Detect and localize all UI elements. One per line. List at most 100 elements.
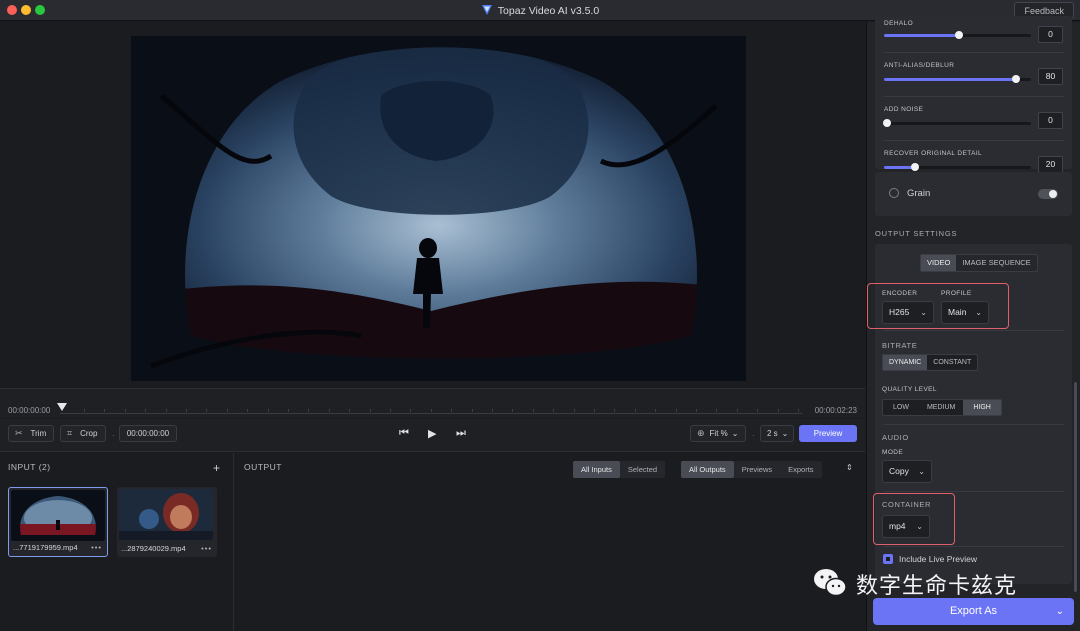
timeline-tick	[614, 409, 616, 412]
crop-icon: ⌗	[67, 428, 73, 438]
timeline-tick	[553, 409, 555, 412]
include-live-preview-checkbox[interactable]: Include Live Preview	[883, 554, 977, 564]
quality-low[interactable]: LOW	[883, 400, 919, 415]
quality-high[interactable]: HIGH	[963, 400, 1001, 415]
timeline-tick	[124, 409, 126, 412]
separator-dot: ·	[752, 431, 755, 440]
zoom-label: Fit %	[709, 429, 728, 438]
slider-knob[interactable]	[882, 119, 891, 127]
preview-button[interactable]: Preview	[799, 425, 857, 442]
timeline-start-time: 00:00:00:00	[8, 406, 51, 415]
encoder-highlight-box	[867, 283, 1009, 329]
input-panel-title: INPUT (2)	[8, 462, 51, 472]
dehalo-value[interactable]: 0	[1038, 26, 1063, 43]
input-panel: INPUT (2) + ...7719179959.mp4 ••• ...287…	[0, 453, 234, 631]
tab-video[interactable]: VIDEO	[921, 255, 957, 271]
separator-dot: ·	[112, 431, 115, 440]
play-icon[interactable]: ▶	[428, 427, 436, 440]
step-select[interactable]: 2 s ⌄	[760, 425, 794, 442]
bitrate-options: DYNAMIC CONSTANT	[882, 354, 979, 371]
timeline-tick	[736, 409, 738, 412]
filter-selected[interactable]: Selected	[620, 461, 665, 478]
video-preview[interactable]	[131, 36, 746, 381]
recover-detail-value[interactable]: 20	[1038, 156, 1063, 173]
timeline-tick	[532, 409, 534, 412]
trim-button[interactable]: ✂ Trim	[8, 425, 54, 442]
recover-detail-label: RECOVER ORIGINAL DETAIL	[884, 150, 983, 157]
chevron-down-icon: ⌄	[781, 429, 789, 438]
more-options-icon[interactable]: •••	[91, 543, 102, 552]
add-noise-value[interactable]: 0	[1038, 112, 1063, 129]
playhead-handle[interactable]	[57, 403, 67, 411]
container-highlight-box	[873, 493, 955, 545]
grain-radio[interactable]	[889, 188, 899, 198]
timeline-tick	[349, 409, 351, 412]
input-file-card[interactable]: ...7719179959.mp4 •••	[8, 487, 108, 557]
filter-exports[interactable]: Exports	[780, 461, 821, 478]
quality-level-label: QUALITY LEVEL	[882, 386, 937, 393]
timecode-input[interactable]: 00:00:00:00	[119, 425, 177, 442]
timeline-tick	[716, 409, 718, 412]
bitrate-label: BITRATE	[882, 341, 918, 350]
sort-icon[interactable]: ⇕	[846, 463, 853, 472]
tab-image-sequence[interactable]: IMAGE SEQUENCE	[956, 255, 1036, 271]
timeline-tick	[757, 409, 759, 412]
timeline-tick	[492, 409, 493, 412]
timeline-tick	[451, 409, 453, 412]
timeline-track[interactable]	[60, 413, 802, 414]
timeline-tick	[594, 409, 595, 412]
divider	[884, 52, 1064, 53]
next-frame-icon[interactable]: ⏭	[456, 427, 466, 440]
timeline-tick	[186, 409, 187, 412]
bitrate-dynamic[interactable]: DYNAMIC	[883, 355, 928, 370]
grain-card: Grain	[875, 172, 1072, 216]
crop-button[interactable]: ⌗ Crop	[60, 425, 106, 442]
slider-knob[interactable]	[910, 163, 919, 171]
input-filter: All Inputs Selected	[573, 461, 666, 478]
export-label: Export As	[949, 605, 998, 617]
scissors-icon: ✂	[15, 428, 23, 438]
timeline-tick	[165, 409, 167, 412]
filter-previews[interactable]: Previews	[734, 461, 780, 478]
settings-scrollbar[interactable]	[1074, 382, 1077, 592]
add-input-icon[interactable]: +	[213, 461, 220, 475]
dehalo-label: DEHALO	[884, 20, 914, 27]
add-noise-slider[interactable]	[882, 119, 1031, 127]
timeline-tick	[777, 409, 779, 412]
previous-frame-icon[interactable]: ⏮	[399, 427, 409, 440]
input-file-name: ...2879240029.mp4	[121, 544, 186, 553]
quality-medium[interactable]: MEDIUM	[919, 400, 963, 415]
timeline-tick	[308, 409, 310, 412]
chevron-down-icon[interactable]: ⌄	[1056, 598, 1064, 625]
timeline[interactable]: 00:00:00:00 00:00:02:23	[0, 388, 865, 418]
grain-toggle[interactable]	[1038, 189, 1058, 199]
topaz-logo-icon	[481, 5, 492, 15]
output-type-tabs: VIDEO IMAGE SEQUENCE	[920, 254, 1038, 272]
anti-alias-value[interactable]: 80	[1038, 68, 1063, 85]
zoom-icon: ⊕	[697, 428, 705, 438]
bitrate-constant[interactable]: CONSTANT	[927, 355, 977, 370]
output-filter: All Outputs Previews Exports	[681, 461, 822, 478]
slider-knob[interactable]	[954, 31, 963, 39]
audio-mode-select[interactable]: Copy ⌄	[882, 460, 932, 483]
anti-alias-slider[interactable]	[884, 75, 1031, 83]
more-options-icon[interactable]: •••	[201, 544, 212, 553]
input-file-card[interactable]: ...2879240029.mp4 •••	[117, 487, 217, 557]
chevron-down-icon: ⌄	[918, 467, 925, 476]
filter-all-outputs[interactable]: All Outputs	[681, 461, 734, 478]
output-panel: OUTPUT All Inputs Selected All Outputs P…	[235, 453, 865, 631]
timeline-tick	[471, 409, 473, 412]
zoom-select[interactable]: ⊕ Fit % ⌄	[690, 425, 746, 442]
input-thumbnail	[119, 489, 213, 540]
timeline-tick	[798, 409, 799, 412]
timeline-tick	[226, 409, 228, 412]
audio-mode-value: Copy	[889, 466, 909, 476]
anti-alias-label: ANTI-ALIAS/DEBLUR	[884, 62, 955, 69]
recover-detail-slider[interactable]	[884, 163, 1031, 171]
dehalo-slider[interactable]	[884, 31, 1031, 39]
filter-all-inputs[interactable]: All Inputs	[573, 461, 620, 478]
add-noise-label: ADD NOISE	[884, 106, 924, 113]
slider-knob[interactable]	[1012, 75, 1021, 83]
export-as-button[interactable]: Export As ⌄	[873, 598, 1074, 625]
toggle-knob	[1049, 190, 1057, 198]
